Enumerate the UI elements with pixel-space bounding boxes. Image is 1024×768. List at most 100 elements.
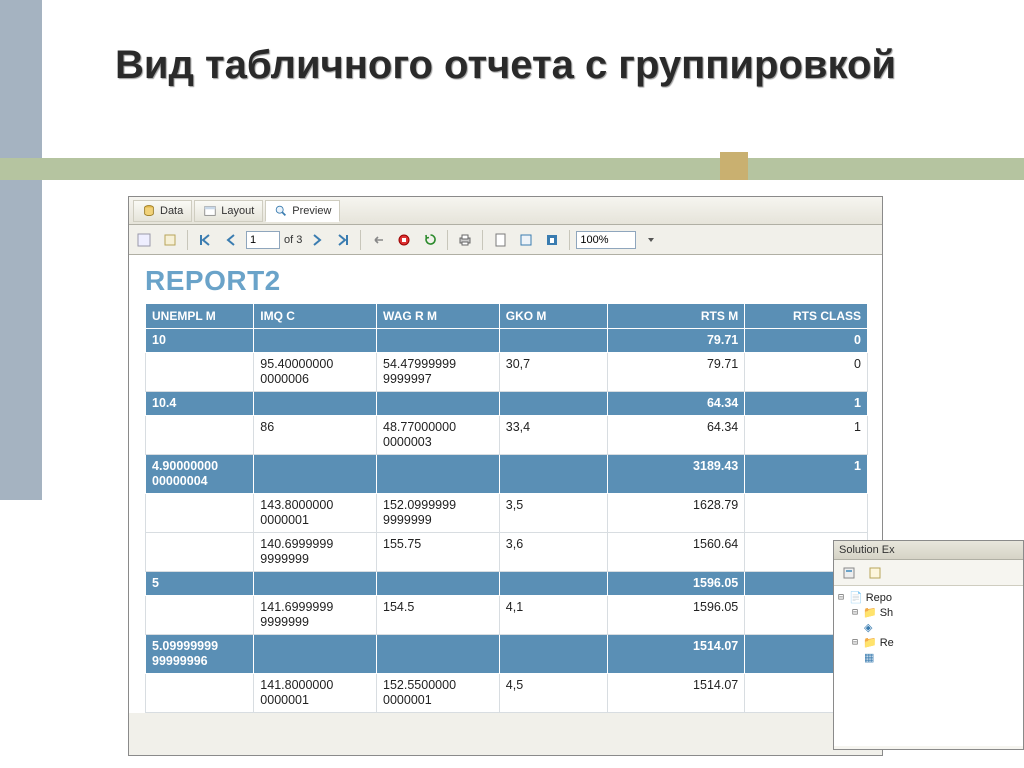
slide-accent-square bbox=[720, 152, 748, 180]
first-page-button[interactable] bbox=[194, 229, 216, 251]
table-cell: 54.47999999 9999997 bbox=[377, 353, 500, 392]
table-row: 8648.77000000 000000333,464.341 bbox=[146, 416, 868, 455]
preview-icon bbox=[274, 204, 288, 218]
prev-page-button[interactable] bbox=[220, 229, 242, 251]
solution-tree[interactable]: ⊟ 📄 Repo ⊟ 📁 Sh ◈ ⊟ 📁 Re ▦ bbox=[834, 586, 1023, 746]
table-cell: 1 bbox=[745, 455, 868, 494]
slide-title: Вид табличного отчета с группировкой bbox=[115, 42, 896, 88]
col-wagrm: WAG R M bbox=[377, 304, 500, 329]
params-button[interactable] bbox=[159, 229, 181, 251]
table-row: 95.40000000 000000654.47999999 999999730… bbox=[146, 353, 868, 392]
table-cell: 1596.05 bbox=[608, 572, 745, 596]
table-cell bbox=[377, 572, 500, 596]
table-cell bbox=[146, 353, 254, 392]
table-cell bbox=[254, 635, 377, 674]
col-gkom: GKO M bbox=[499, 304, 607, 329]
table-cell: 4,5 bbox=[499, 674, 607, 713]
table-cell: 10.4 bbox=[146, 392, 254, 416]
report-table: UNEMPL M IMQ C WAG R M GKO M RTS M RTS C… bbox=[145, 303, 868, 713]
next-page-button[interactable] bbox=[306, 229, 328, 251]
page-number-input[interactable] bbox=[246, 231, 280, 249]
tab-preview[interactable]: Preview bbox=[265, 200, 340, 222]
table-row: 141.8000000 0000001152.5500000 00000014,… bbox=[146, 674, 868, 713]
show-all-button[interactable] bbox=[864, 562, 886, 584]
col-imqc: IMQ C bbox=[254, 304, 377, 329]
table-row: 51596.05 bbox=[146, 572, 868, 596]
properties-button[interactable] bbox=[838, 562, 860, 584]
table-cell: 10 bbox=[146, 329, 254, 353]
solution-explorer-panel: Solution Ex ⊟ 📄 Repo ⊟ 📁 Sh ◈ ⊟ 📁 Re bbox=[833, 540, 1024, 750]
table-cell: 141.6999999 9999999 bbox=[254, 596, 377, 635]
stop-button[interactable] bbox=[393, 229, 415, 251]
report-designer-window: Data Layout Preview of 3 bbox=[128, 196, 883, 756]
expander-icon[interactable]: ⊟ bbox=[850, 637, 860, 648]
tab-data[interactable]: Data bbox=[133, 200, 192, 222]
table-cell bbox=[745, 494, 868, 533]
zoom-dropdown-button[interactable] bbox=[640, 229, 662, 251]
table-cell: 141.8000000 0000001 bbox=[254, 674, 377, 713]
table-cell: 4.90000000 00000004 bbox=[146, 455, 254, 494]
slide-accent-rule bbox=[0, 158, 1024, 180]
expander-icon[interactable]: ⊟ bbox=[850, 607, 860, 618]
tree-folder2-label: Re bbox=[880, 637, 894, 649]
table-cell bbox=[499, 572, 607, 596]
slide-left-bar bbox=[0, 0, 42, 500]
view-tabbar: Data Layout Preview bbox=[129, 197, 882, 225]
refresh-button[interactable] bbox=[419, 229, 441, 251]
expander-icon[interactable]: ⊟ bbox=[836, 592, 846, 603]
page-of-label: of 3 bbox=[284, 234, 302, 246]
report-file-icon: ▦ bbox=[864, 651, 874, 664]
table-cell: 152.0999999 9999999 bbox=[377, 494, 500, 533]
table-cell: 1514.07 bbox=[608, 674, 745, 713]
table-row: 140.6999999 9999999155.753,61560.64 bbox=[146, 533, 868, 572]
table-cell: 152.5500000 0000001 bbox=[377, 674, 500, 713]
col-unempl: UNEMPL M bbox=[146, 304, 254, 329]
table-cell: 48.77000000 0000003 bbox=[377, 416, 500, 455]
table-cell bbox=[499, 392, 607, 416]
table-cell bbox=[146, 416, 254, 455]
table-row: 143.8000000 0000001152.0999999 99999993,… bbox=[146, 494, 868, 533]
table-cell: 30,7 bbox=[499, 353, 607, 392]
print-layout-button[interactable] bbox=[489, 229, 511, 251]
tab-preview-label: Preview bbox=[292, 205, 331, 217]
tab-layout[interactable]: Layout bbox=[194, 200, 263, 222]
table-cell bbox=[499, 455, 607, 494]
table-cell: 64.34 bbox=[608, 416, 745, 455]
table-cell: 0 bbox=[745, 353, 868, 392]
table-cell bbox=[254, 392, 377, 416]
table-cell: 140.6999999 9999999 bbox=[254, 533, 377, 572]
table-cell bbox=[146, 596, 254, 635]
table-row: 1079.710 bbox=[146, 329, 868, 353]
table-cell: 33,4 bbox=[499, 416, 607, 455]
doc-map-button[interactable] bbox=[133, 229, 155, 251]
export-button[interactable] bbox=[541, 229, 563, 251]
last-page-button[interactable] bbox=[332, 229, 354, 251]
page-setup-button[interactable] bbox=[515, 229, 537, 251]
datasource-icon: ◈ bbox=[864, 621, 872, 634]
table-row: 4.90000000 00000004 3189.431 bbox=[146, 455, 868, 494]
table-cell: 3189.43 bbox=[608, 455, 745, 494]
solution-explorer-title: Solution Ex bbox=[834, 541, 1023, 560]
data-icon bbox=[142, 204, 156, 218]
print-button[interactable] bbox=[454, 229, 476, 251]
zoom-input[interactable] bbox=[576, 231, 636, 249]
preview-toolbar: of 3 bbox=[129, 225, 882, 255]
table-cell: 1628.79 bbox=[608, 494, 745, 533]
table-cell bbox=[377, 329, 500, 353]
table-cell bbox=[146, 494, 254, 533]
back-button[interactable] bbox=[367, 229, 389, 251]
table-cell: 4,1 bbox=[499, 596, 607, 635]
table-row: 141.6999999 9999999154.54,11596.051 bbox=[146, 596, 868, 635]
folder-icon: 📁 bbox=[863, 636, 877, 649]
table-cell: 154.5 bbox=[377, 596, 500, 635]
table-row: 5.09999999 999999961514.071 bbox=[146, 635, 868, 674]
table-cell bbox=[377, 635, 500, 674]
table-cell: 3,6 bbox=[499, 533, 607, 572]
table-cell: 1 bbox=[745, 416, 868, 455]
folder-icon: 📁 bbox=[863, 606, 877, 619]
table-cell: 1 bbox=[745, 392, 868, 416]
table-cell bbox=[254, 572, 377, 596]
table-cell bbox=[254, 329, 377, 353]
table-cell bbox=[377, 392, 500, 416]
table-cell bbox=[499, 329, 607, 353]
